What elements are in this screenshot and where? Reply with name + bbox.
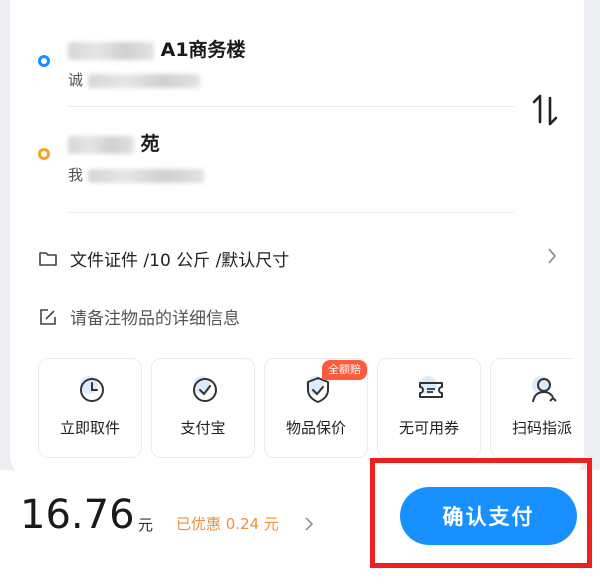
edit-icon xyxy=(40,308,56,325)
price-unit: 元 xyxy=(138,516,154,534)
service-scan-assign[interactable]: 扫码指派 xyxy=(490,358,574,458)
discount-link[interactable]: 已优惠 0.24 元 xyxy=(176,513,279,534)
chevron-right-icon[interactable] xyxy=(304,516,314,532)
blurred-text xyxy=(68,41,154,60)
service-label: 物品保价 xyxy=(285,419,346,437)
item-info-text: 文件证件 /10 公斤 /默认尺寸 xyxy=(70,251,290,271)
chevron-right-icon[interactable] xyxy=(546,246,558,266)
remark-placeholder: 请备注物品的详细信息 xyxy=(70,309,240,329)
check-circle-icon xyxy=(193,376,217,402)
service-label: 立即取件 xyxy=(59,419,120,437)
service-label: 无可用券 xyxy=(398,419,459,437)
price-amount: 16.76 xyxy=(20,492,135,538)
coupon-icon xyxy=(419,376,443,398)
swap-arrows-icon[interactable] xyxy=(530,92,560,128)
blurred-text xyxy=(68,135,134,154)
confirm-payment-button[interactable]: 确认支付 xyxy=(400,487,577,545)
full-compensation-badge: 全额赔 xyxy=(322,360,367,380)
service-label: 扫码指派 xyxy=(511,419,572,437)
dropoff-contact-prefix: 我 xyxy=(68,166,84,184)
pickup-title: A1商务楼 xyxy=(160,39,246,61)
divider xyxy=(68,106,514,107)
folder-icon xyxy=(39,251,57,266)
item-info-row[interactable]: 文件证件 /10 公斤 /默认尺寸 xyxy=(38,246,289,271)
person-scan-icon xyxy=(532,376,557,403)
dropoff-dot-icon xyxy=(38,148,50,160)
service-options: 立即取件 支付宝 物品保价 无可用券 扫码指派 xyxy=(28,358,574,458)
remark-row[interactable]: 请备注物品的详细信息 xyxy=(38,304,240,329)
service-alipay[interactable]: 支付宝 xyxy=(151,358,255,458)
blurred-text xyxy=(87,168,204,183)
pickup-dot-icon xyxy=(38,55,50,67)
divider xyxy=(68,212,514,213)
service-coupon[interactable]: 无可用券 xyxy=(377,358,481,458)
dropoff-title: 苑 xyxy=(140,133,160,155)
service-pickup-now[interactable]: 立即取件 xyxy=(38,358,142,458)
clock-icon xyxy=(80,376,104,402)
blurred-text xyxy=(87,73,200,88)
pickup-contact-prefix: 诚 xyxy=(68,71,84,89)
service-label: 支付宝 xyxy=(180,419,226,437)
